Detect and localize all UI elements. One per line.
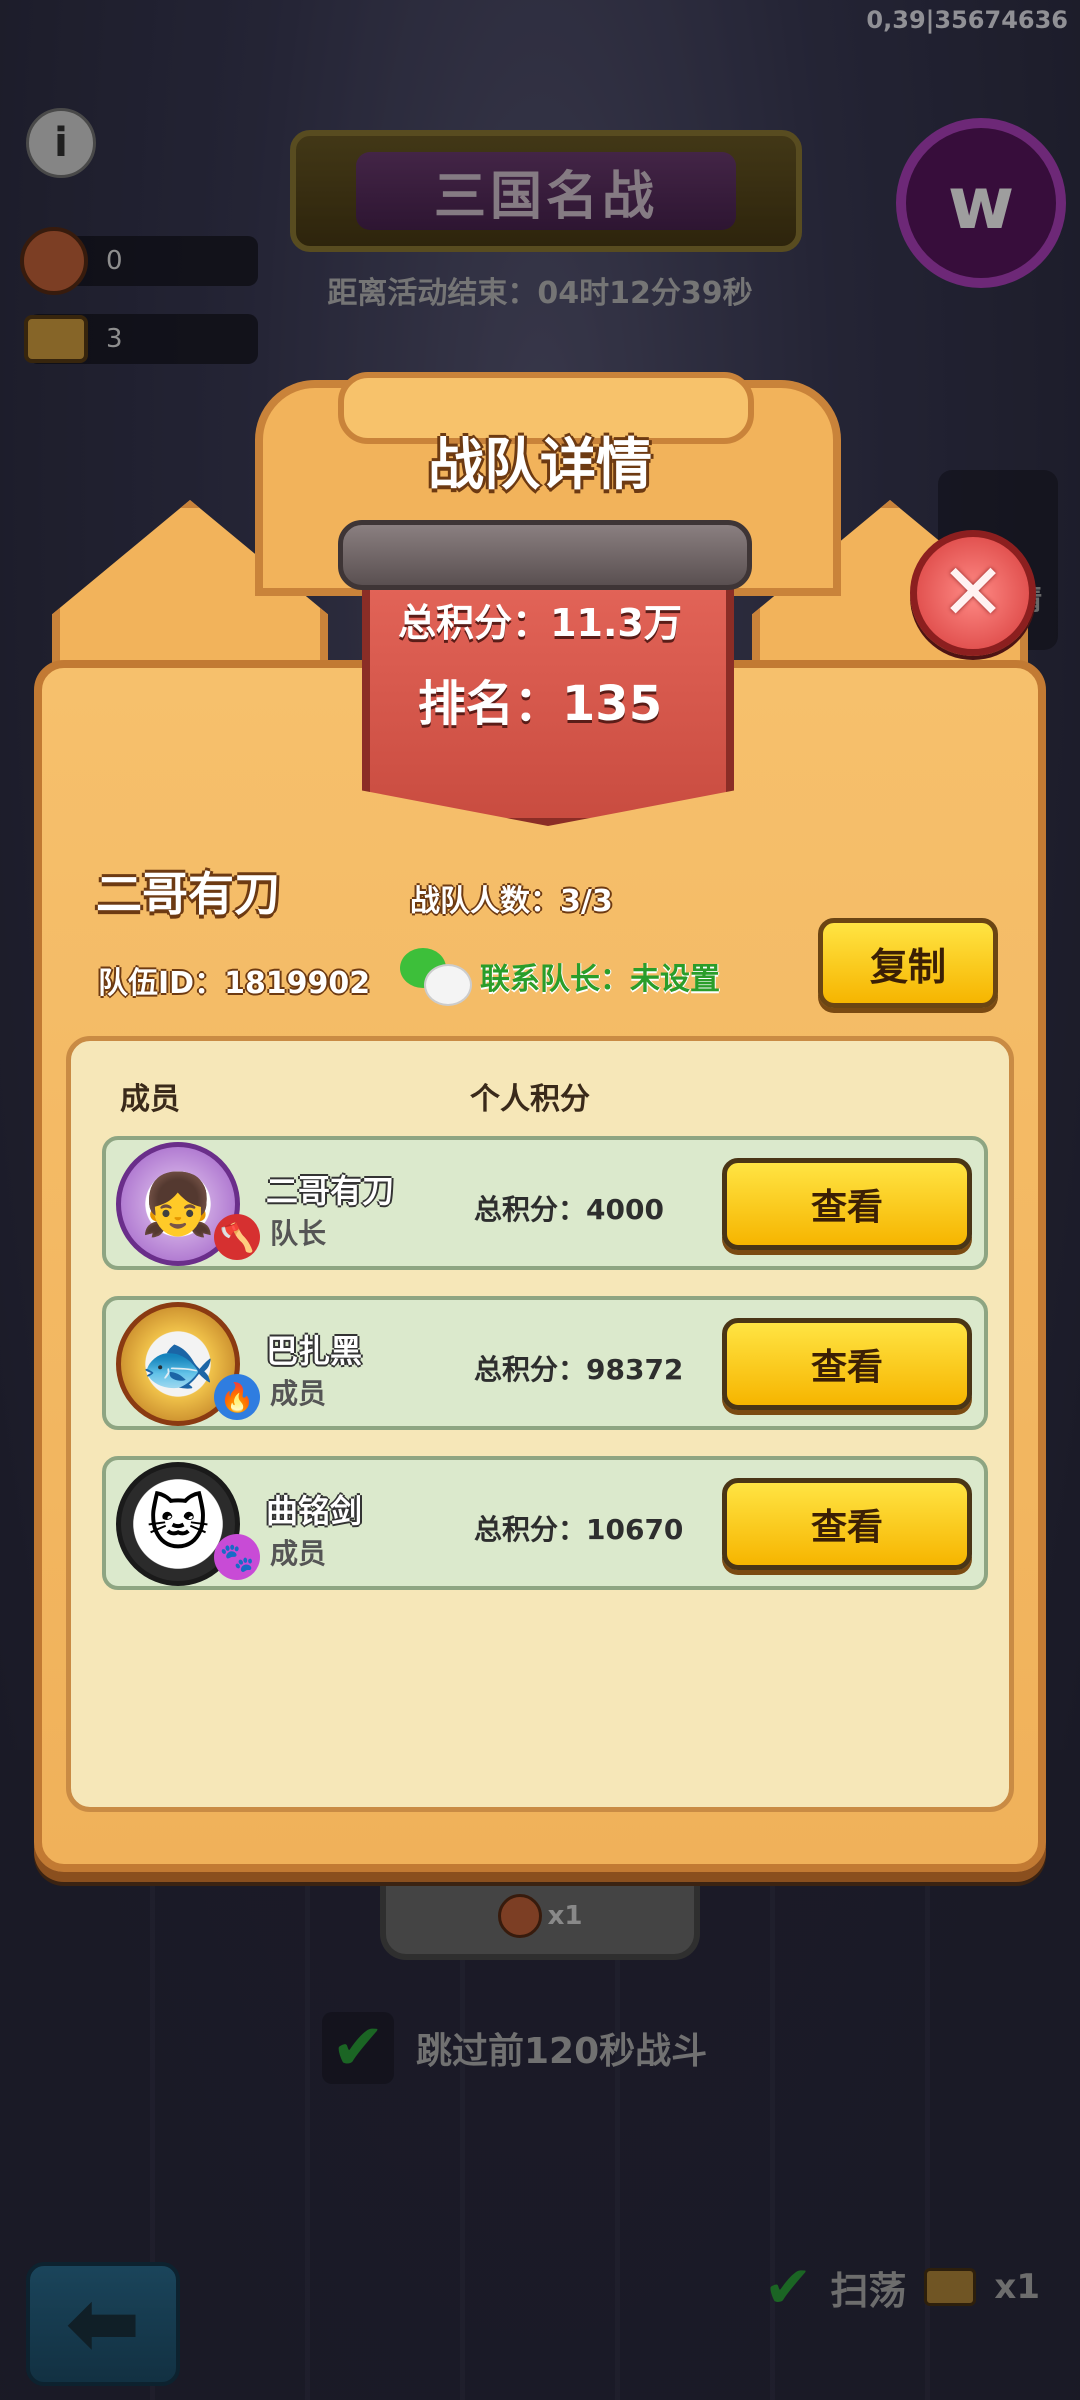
member-role: 成员	[270, 1377, 327, 1410]
paw-badge-icon: 🐾	[214, 1534, 260, 1580]
member-score: 总积分：4000	[474, 1193, 664, 1226]
team-details-modal: 战队详情 总积分：11.3万 排名：135 ✕ 二哥有刀 战队人数：3/3 队伍…	[0, 0, 1080, 2400]
flame-badge-icon: 🔥	[214, 1374, 260, 1420]
member-row: 🐱 🐾 曲铭剑 成员 总积分：10670 查看	[102, 1456, 988, 1590]
view-button[interactable]: 查看	[722, 1478, 972, 1570]
axe-badge-icon: 🪓	[214, 1214, 260, 1260]
scroll-rod	[338, 520, 752, 590]
member-row: 👧 🪓 二哥有刀 队长 总积分：4000 查看	[102, 1136, 988, 1270]
member-name: 巴扎黑	[266, 1332, 363, 1370]
view-button[interactable]: 查看	[722, 1158, 972, 1250]
member-score: 总积分：98372	[474, 1353, 684, 1386]
copy-button[interactable]: 复制	[818, 918, 998, 1008]
view-button[interactable]: 查看	[722, 1318, 972, 1410]
wechat-icon	[400, 948, 472, 1006]
column-header-score: 个人积分	[470, 1082, 590, 1117]
team-id: 队伍ID：1819902	[98, 966, 371, 1001]
member-name: 二哥有刀	[266, 1172, 395, 1210]
team-member-count: 战队人数：3/3	[410, 884, 613, 919]
team-name: 二哥有刀	[96, 867, 280, 921]
team-total-score: 总积分：11.3万	[398, 601, 682, 645]
close-icon: ✕	[940, 548, 1006, 638]
column-header-member: 成员	[120, 1082, 180, 1117]
member-name: 曲铭剑	[266, 1492, 363, 1530]
member-role: 成员	[270, 1537, 327, 1570]
modal-title: 战队详情	[428, 433, 652, 498]
team-rank: 排名：135	[417, 676, 663, 732]
close-button[interactable]: ✕	[910, 530, 1036, 656]
member-role: 队长	[270, 1217, 327, 1250]
contact-leader: 联系队长：未设置	[400, 948, 720, 1006]
member-score: 总积分：10670	[474, 1513, 684, 1546]
contact-leader-label: 联系队长：未设置	[480, 962, 720, 997]
member-row: 🐟 🔥 巴扎黑 成员 总积分：98372 查看	[102, 1296, 988, 1430]
